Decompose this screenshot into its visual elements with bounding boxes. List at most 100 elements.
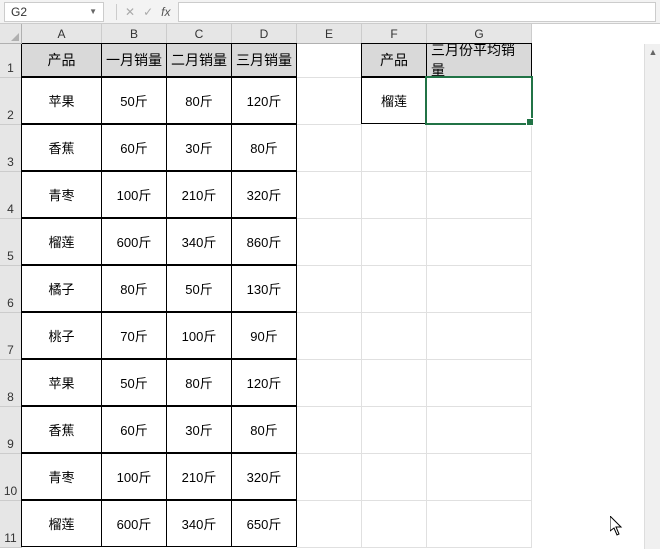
cell-G11[interactable] (427, 501, 532, 548)
col-header-D[interactable]: D (232, 24, 297, 44)
cell-F9[interactable] (362, 407, 427, 454)
cell-F2[interactable]: 榴莲 (361, 77, 427, 124)
cell-B10[interactable]: 100斤 (101, 453, 167, 500)
cell-A1[interactable]: 产品 (21, 43, 102, 77)
cell-E8[interactable] (297, 360, 362, 407)
row-header-10[interactable]: 10 (0, 454, 22, 501)
row-header-5[interactable]: 5 (0, 219, 22, 266)
cell-G2[interactable] (426, 77, 532, 124)
scroll-up-icon[interactable]: ▲ (645, 44, 660, 60)
cell-A8[interactable]: 苹果 (21, 359, 102, 406)
col-header-F[interactable]: F (362, 24, 427, 44)
name-box[interactable]: G2 ▼ (4, 2, 104, 22)
cell-D1[interactable]: 三月销量 (231, 43, 297, 77)
cell-C8[interactable]: 80斤 (166, 359, 232, 406)
row-header-9[interactable]: 9 (0, 407, 22, 454)
cell-B5[interactable]: 600斤 (101, 218, 167, 265)
cell-A9[interactable]: 香蕉 (21, 406, 102, 453)
cell-B9[interactable]: 60斤 (101, 406, 167, 453)
cell-A2[interactable]: 苹果 (21, 77, 102, 124)
cell-F10[interactable] (362, 454, 427, 501)
cell-C5[interactable]: 340斤 (166, 218, 232, 265)
cell-D10[interactable]: 320斤 (231, 453, 297, 500)
row-header-11[interactable]: 11 (0, 501, 22, 548)
cell-E1[interactable] (297, 44, 362, 78)
formula-input[interactable] (178, 2, 656, 22)
cell-A6[interactable]: 橘子 (21, 265, 102, 312)
cell-A10[interactable]: 青枣 (21, 453, 102, 500)
row-header-1[interactable]: 1 (0, 44, 22, 78)
cell-D4[interactable]: 320斤 (231, 171, 297, 218)
row-header-6[interactable]: 6 (0, 266, 22, 313)
cell-F11[interactable] (362, 501, 427, 548)
cell-F5[interactable] (362, 219, 427, 266)
col-header-B[interactable]: B (102, 24, 167, 44)
cell-D2[interactable]: 120斤 (231, 77, 297, 124)
col-header-C[interactable]: C (167, 24, 232, 44)
select-all-corner[interactable] (0, 24, 22, 44)
cell-E7[interactable] (297, 313, 362, 360)
row-header-3[interactable]: 3 (0, 125, 22, 172)
cell-E5[interactable] (297, 219, 362, 266)
cell-C9[interactable]: 30斤 (166, 406, 232, 453)
cell-E6[interactable] (297, 266, 362, 313)
vertical-scrollbar[interactable]: ▲ (644, 44, 660, 549)
cell-F4[interactable] (362, 172, 427, 219)
row-header-4[interactable]: 4 (0, 172, 22, 219)
cancel-icon[interactable]: ✕ (125, 5, 135, 19)
cell-C4[interactable]: 210斤 (166, 171, 232, 218)
cell-D11[interactable]: 650斤 (231, 500, 297, 547)
cell-C2[interactable]: 80斤 (166, 77, 232, 124)
cell-F3[interactable] (362, 125, 427, 172)
cell-C3[interactable]: 30斤 (166, 124, 232, 171)
row-header-8[interactable]: 8 (0, 360, 22, 407)
col-header-A[interactable]: A (22, 24, 102, 44)
spreadsheet-grid[interactable]: A B C D E F G 1 产品 一月销量 二月销量 三月销量 产品 三月份… (0, 24, 660, 551)
cell-G3[interactable] (427, 125, 532, 172)
cell-A11[interactable]: 榴莲 (21, 500, 102, 547)
cell-D8[interactable]: 120斤 (231, 359, 297, 406)
fx-icon[interactable]: fx (161, 5, 170, 19)
cell-G6[interactable] (427, 266, 532, 313)
row-header-2[interactable]: 2 (0, 78, 22, 125)
enter-icon[interactable]: ✓ (143, 5, 153, 19)
cell-B6[interactable]: 80斤 (101, 265, 167, 312)
cell-G4[interactable] (427, 172, 532, 219)
cell-D3[interactable]: 80斤 (231, 124, 297, 171)
cell-F6[interactable] (362, 266, 427, 313)
cell-E9[interactable] (297, 407, 362, 454)
chevron-down-icon[interactable]: ▼ (89, 7, 97, 16)
cell-B11[interactable]: 600斤 (101, 500, 167, 547)
cell-B2[interactable]: 50斤 (101, 77, 167, 124)
cell-E10[interactable] (297, 454, 362, 501)
cell-G9[interactable] (427, 407, 532, 454)
cell-C10[interactable]: 210斤 (166, 453, 232, 500)
cell-B4[interactable]: 100斤 (101, 171, 167, 218)
col-header-E[interactable]: E (297, 24, 362, 44)
cell-F1[interactable]: 产品 (361, 43, 427, 77)
cell-D5[interactable]: 860斤 (231, 218, 297, 265)
cell-C1[interactable]: 二月销量 (166, 43, 232, 77)
cell-G5[interactable] (427, 219, 532, 266)
cell-C7[interactable]: 100斤 (166, 312, 232, 359)
cell-B7[interactable]: 70斤 (101, 312, 167, 359)
cell-A3[interactable]: 香蕉 (21, 124, 102, 171)
cell-A5[interactable]: 榴莲 (21, 218, 102, 265)
cell-E2[interactable] (297, 78, 362, 125)
cell-G8[interactable] (427, 360, 532, 407)
cell-C6[interactable]: 50斤 (166, 265, 232, 312)
row-header-7[interactable]: 7 (0, 313, 22, 360)
cell-F8[interactable] (362, 360, 427, 407)
cell-B8[interactable]: 50斤 (101, 359, 167, 406)
cell-D7[interactable]: 90斤 (231, 312, 297, 359)
cell-A7[interactable]: 桃子 (21, 312, 102, 359)
cell-D9[interactable]: 80斤 (231, 406, 297, 453)
cell-D6[interactable]: 130斤 (231, 265, 297, 312)
cell-A4[interactable]: 青枣 (21, 171, 102, 218)
cell-G1[interactable]: 三月份平均销量 (426, 43, 532, 77)
cell-B3[interactable]: 60斤 (101, 124, 167, 171)
cell-G7[interactable] (427, 313, 532, 360)
cell-E3[interactable] (297, 125, 362, 172)
cell-G10[interactable] (427, 454, 532, 501)
cell-C11[interactable]: 340斤 (166, 500, 232, 547)
